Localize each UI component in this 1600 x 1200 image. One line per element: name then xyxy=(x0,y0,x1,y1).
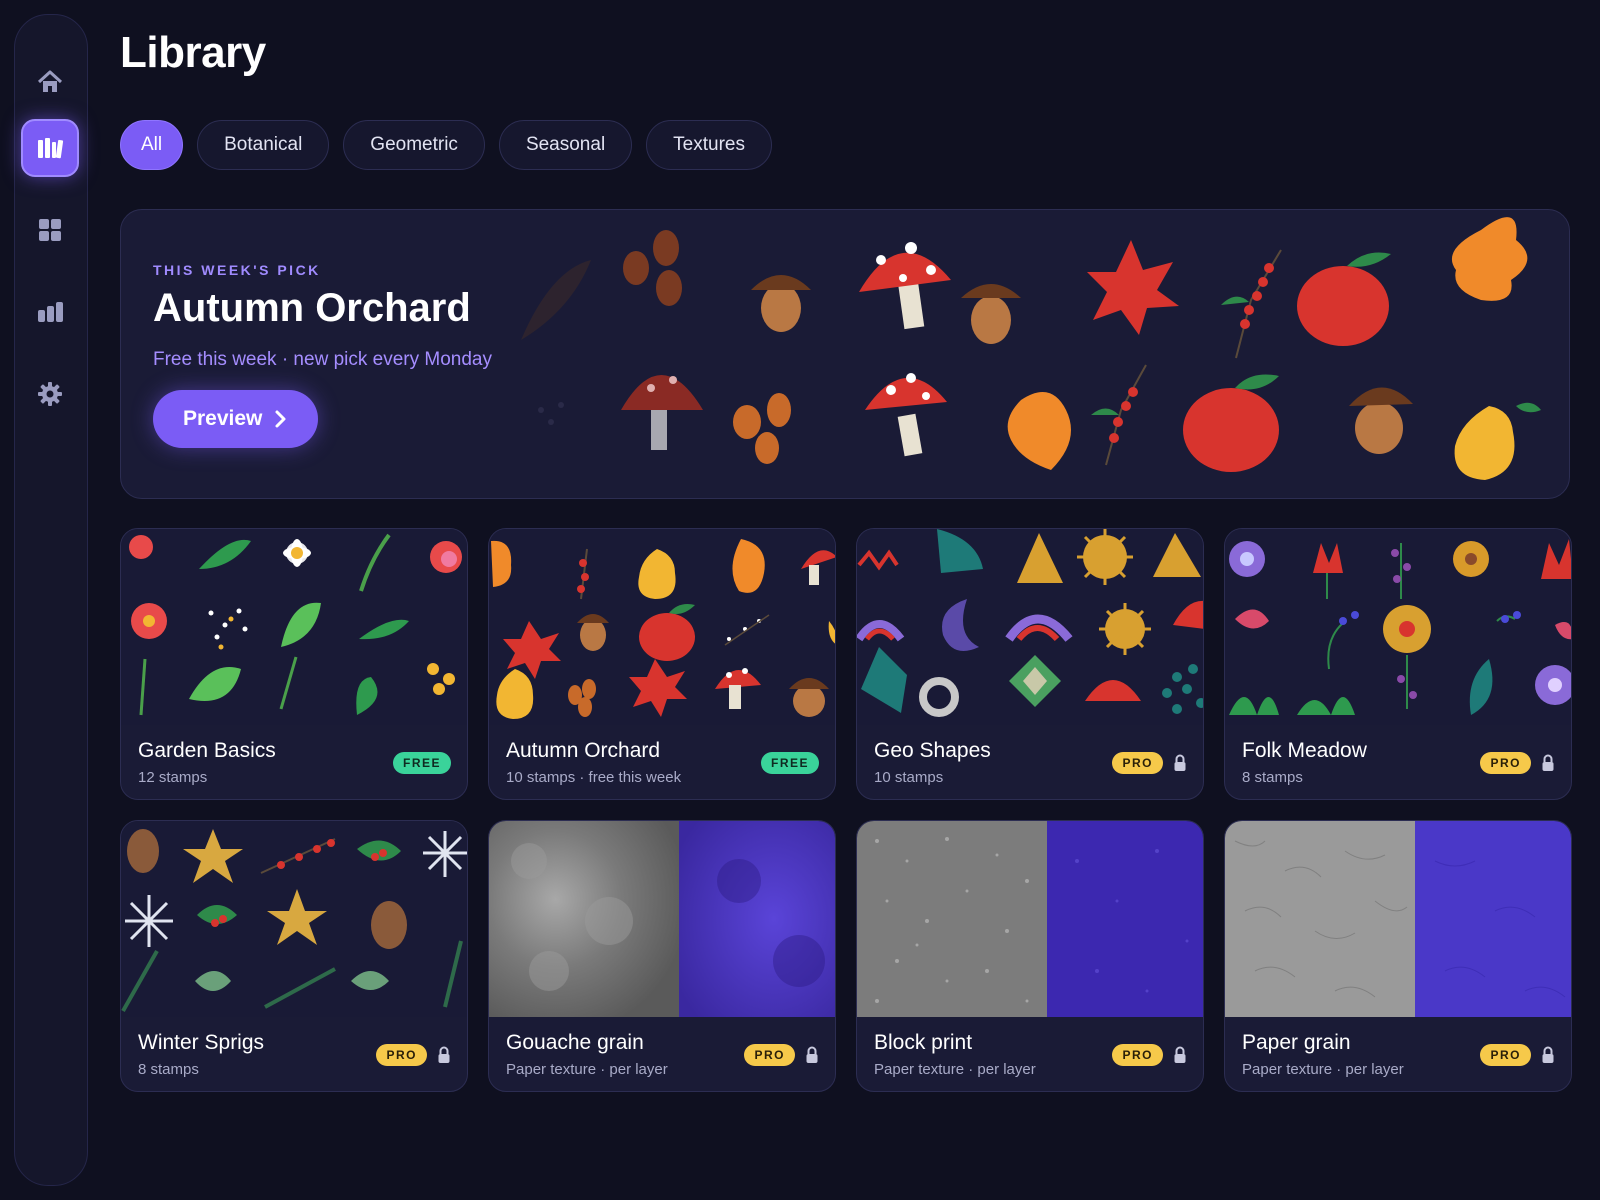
mushroom-icon xyxy=(859,242,951,330)
page-title: Library xyxy=(120,28,266,77)
pack-card-gouache-grain[interactable]: Gouache grain Paper texture · per layer … xyxy=(488,820,836,1092)
pro-badge: PRO xyxy=(376,1044,427,1066)
card-title: Block print xyxy=(874,1031,973,1054)
pack-card-winter-sprigs[interactable]: Winter Sprigs 8 stamps PRO xyxy=(120,820,468,1092)
pro-badge: PRO xyxy=(1480,1044,1531,1066)
card-meta: 12 stamps xyxy=(138,769,208,786)
pack-card-block-print[interactable]: Block print Paper texture · per layer PR… xyxy=(856,820,1204,1092)
pro-badge: PRO xyxy=(744,1044,795,1066)
tab-all[interactable]: All xyxy=(120,120,184,170)
nav-settings[interactable] xyxy=(21,365,79,423)
card-meta: 8 stamps xyxy=(1242,769,1303,786)
card-art-folk xyxy=(1225,529,1571,725)
card-title: Paper grain xyxy=(1242,1031,1351,1054)
nav-library[interactable] xyxy=(21,119,79,177)
hero-eyebrow: THIS WEEK'S PICK xyxy=(153,262,321,278)
grid-icon xyxy=(39,219,61,241)
pack-card-geo-shapes[interactable]: Geo Shapes 10 stamps PRO xyxy=(856,528,1204,800)
tab-botanical[interactable]: Botanical xyxy=(197,120,330,170)
gear-icon xyxy=(38,382,62,406)
texture-preview-gouache xyxy=(489,821,835,1017)
hero-title: Autumn Orchard xyxy=(153,286,471,330)
nav-stats[interactable] xyxy=(21,283,79,341)
preview-button[interactable]: Preview xyxy=(153,390,319,448)
sidebar xyxy=(14,14,88,1186)
card-title: Geo Shapes xyxy=(874,739,991,762)
texture-preview-block-print xyxy=(857,821,1203,1017)
tab-seasonal[interactable]: Seasonal xyxy=(498,120,633,170)
library-icon xyxy=(38,138,64,159)
lock-icon xyxy=(806,1046,818,1063)
card-meta: Paper texture · per layer xyxy=(1242,1061,1404,1078)
card-meta: Paper texture · per layer xyxy=(506,1061,668,1078)
featured-hero[interactable]: THIS WEEK'S PICK Autumn Orchard Free thi… xyxy=(120,209,1570,499)
nav-home[interactable] xyxy=(21,53,79,111)
lock-icon xyxy=(1174,754,1186,771)
card-meta: Paper texture · per layer xyxy=(874,1061,1036,1078)
texture-preview-paper-grain xyxy=(1225,821,1571,1017)
hero-subtitle: Free this week · new pick every Monday xyxy=(153,349,492,370)
card-meta: 10 stamps · free this week xyxy=(506,769,682,786)
card-meta: 8 stamps xyxy=(138,1061,199,1078)
card-art-geometric xyxy=(857,529,1203,725)
card-title: Folk Meadow xyxy=(1242,739,1367,762)
lock-icon xyxy=(1174,1046,1186,1063)
stats-icon xyxy=(38,302,63,322)
card-art-autumn xyxy=(489,529,835,725)
tab-geometric[interactable]: Geometric xyxy=(343,120,485,170)
card-title: Winter Sprigs xyxy=(138,1031,265,1054)
card-title: Gouache grain xyxy=(506,1031,644,1054)
tab-textures[interactable]: Textures xyxy=(646,120,772,170)
lock-icon xyxy=(438,1046,450,1063)
card-art-winter xyxy=(121,821,467,1017)
home-icon xyxy=(37,70,63,92)
pack-card-paper-grain[interactable]: Paper grain Paper texture · per layer PR… xyxy=(1224,820,1572,1092)
pro-badge: PRO xyxy=(1112,752,1163,774)
pack-card-garden-basics[interactable]: Garden Basics 12 stamps FREE xyxy=(120,528,468,800)
preview-button-label: Preview xyxy=(183,407,263,430)
card-meta: 10 stamps xyxy=(874,769,944,786)
card-title: Autumn Orchard xyxy=(506,739,661,762)
pro-badge: PRO xyxy=(1112,1044,1163,1066)
free-badge: FREE xyxy=(760,752,819,774)
chevron-right-icon xyxy=(275,410,286,428)
filter-tabs: All Botanical Geometric Seasonal Texture… xyxy=(120,120,772,170)
pro-badge: PRO xyxy=(1480,752,1531,774)
card-title: Garden Basics xyxy=(138,739,276,762)
lock-icon xyxy=(1542,754,1554,771)
pack-card-autumn-orchard[interactable]: Autumn Orchard 10 stamps · free this wee… xyxy=(488,528,836,800)
pack-card-folk-meadow[interactable]: Folk Meadow 8 stamps PRO xyxy=(1224,528,1572,800)
nav-grid[interactable] xyxy=(21,201,79,259)
card-art-botanical xyxy=(121,529,467,725)
free-badge: FREE xyxy=(392,752,451,774)
lock-icon xyxy=(1542,1046,1554,1063)
